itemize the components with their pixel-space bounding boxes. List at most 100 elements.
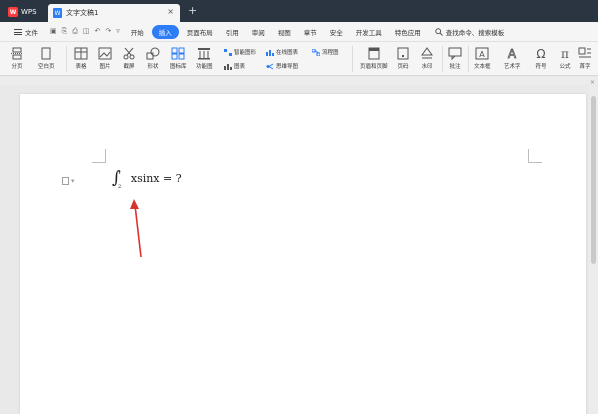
horizontal-ruler <box>0 77 598 85</box>
integral-sign: ∫ <box>112 168 121 188</box>
table-icon <box>74 47 88 60</box>
watermark-button[interactable]: 水印 <box>420 47 434 70</box>
watermark-label: 水印 <box>421 64 433 70</box>
function-chart-button[interactable]: 功能图 <box>196 47 213 70</box>
blank-page-icon <box>41 47 51 60</box>
picture-button[interactable]: 图片 <box>98 47 112 70</box>
close-icon[interactable]: × <box>167 7 174 16</box>
mindmap-button[interactable]: 思维导图 <box>266 62 298 70</box>
symbol-button[interactable]: Ω 符号 <box>534 47 548 70</box>
new-tab-button[interactable]: + <box>188 4 197 18</box>
menu-item-insert[interactable]: 插入 <box>151 24 179 39</box>
menu-bar: 文件 ▣ ⎘ ⎙ ◫ ↶ ↷ ▿ 开始 插入 页面布局 引用 审阅 视图 章节 … <box>0 22 598 42</box>
close-pane-icon[interactable]: × <box>590 79 595 86</box>
comment-button[interactable]: 批注 <box>448 47 462 70</box>
page-number-icon <box>397 47 409 60</box>
more-ribbon-button[interactable]: 首字 <box>578 47 592 70</box>
smart-graphic-icon <box>224 48 232 56</box>
menu-item-start[interactable]: 开始 <box>126 25 149 39</box>
redo-icon[interactable]: ↷ <box>105 27 111 36</box>
omega-icon: Ω <box>536 47 545 60</box>
table-label: 表格 <box>75 64 87 70</box>
document-icon: W <box>53 8 62 18</box>
wordart-button[interactable]: A 艺术字 <box>504 47 521 70</box>
function-chart-label: 功能图 <box>196 64 213 70</box>
comment-icon <box>448 47 462 60</box>
menu-item-security[interactable]: 安全 <box>325 25 348 39</box>
menu-item-developer[interactable]: 开发工具 <box>351 25 387 39</box>
paragraph-handle[interactable]: ▾ <box>62 177 75 185</box>
online-chart-button[interactable]: 在线图表 <box>266 48 298 56</box>
textbox-button[interactable]: A 文本框 <box>474 47 491 70</box>
wordart-icon: A <box>508 47 518 60</box>
svg-text:A: A <box>480 50 486 59</box>
paragraph-icon <box>62 177 69 185</box>
scrollbar-thumb[interactable] <box>591 96 596 264</box>
page-break-button[interactable]: 分页 <box>10 47 24 70</box>
pi-icon: π <box>561 47 569 60</box>
symbol-label: 符号 <box>535 64 547 70</box>
ribbon-divider <box>468 46 469 72</box>
table-button[interactable]: 表格 <box>74 47 88 70</box>
icon-library-button[interactable]: 图标库 <box>170 47 187 70</box>
chart-button[interactable]: 图表 <box>224 62 245 70</box>
annotation-arrow <box>130 199 142 258</box>
undo-icon[interactable]: ↶ <box>94 27 100 36</box>
command-search[interactable]: 查找命令、搜索模板 <box>429 27 504 37</box>
mindmap-label: 思维导图 <box>276 64 299 70</box>
header-footer-icon <box>368 47 380 60</box>
flowchart-icon <box>312 48 320 56</box>
margin-corner-top-right <box>528 149 542 163</box>
equation[interactable]: ∫ xsinx = ? <box>112 170 182 187</box>
save-icon[interactable]: ▣ <box>50 27 57 36</box>
watermark-icon <box>421 47 433 59</box>
header-footer-label: 页眉和页脚 <box>360 64 388 70</box>
screenshot-button[interactable]: 截屏 <box>122 47 136 70</box>
comment-label: 批注 <box>449 64 461 70</box>
menu-item-review[interactable]: 审阅 <box>247 25 270 39</box>
preview-icon[interactable]: ◫ <box>83 27 90 36</box>
print-icon[interactable]: ⎙ <box>72 27 78 36</box>
smart-graphic-button[interactable]: 智能图形 <box>224 48 256 56</box>
chart-label: 图表 <box>234 64 246 70</box>
header-footer-button[interactable]: 页眉和页脚 <box>360 47 388 70</box>
screenshot-label: 截屏 <box>123 64 135 70</box>
menu-item-page-layout[interactable]: 页面布局 <box>182 25 218 39</box>
customize-icon[interactable]: ▿ <box>116 27 120 36</box>
shapes-button[interactable]: 形状 <box>146 47 160 70</box>
export-icon[interactable]: ⎘ <box>62 27 68 36</box>
wordart-label: 艺术字 <box>504 64 521 70</box>
page-number-button[interactable]: 页码 <box>396 47 410 70</box>
document-tab[interactable]: W 文字文稿1 × <box>48 4 180 22</box>
formula-label: 公式 <box>559 64 571 70</box>
textbox-icon: A <box>475 47 489 60</box>
bar-chart-icon <box>224 63 232 70</box>
quick-access-toolbar: ▣ ⎘ ⎙ ◫ ↶ ↷ ▿ <box>44 27 126 36</box>
menu-item-view[interactable]: 视图 <box>273 25 296 39</box>
file-menu-label: 文件 <box>25 28 38 37</box>
flowchart-button[interactable]: 流程图 <box>312 48 339 56</box>
hamburger-icon <box>14 28 22 35</box>
svg-text:A: A <box>508 47 517 60</box>
smart-graphic-label: 智能图形 <box>234 50 257 56</box>
blank-page-button[interactable]: 空白页 <box>38 47 55 70</box>
menu-item-chapter[interactable]: 章节 <box>299 25 322 39</box>
file-menu[interactable]: 文件 <box>0 27 44 37</box>
wps-logo-icon: W <box>8 7 18 17</box>
ribbon-divider <box>66 46 67 72</box>
menu-item-references[interactable]: 引用 <box>221 25 244 39</box>
insert-ribbon: 分页 空白页 表格 图片 截屏 形状 图标库 功能图 智能图形 图表 在线图表 <box>0 42 598 76</box>
function-chart-icon <box>198 48 211 60</box>
formula-button[interactable]: π 公式 <box>558 47 572 70</box>
blank-page-label: 空白页 <box>38 64 55 70</box>
menu-item-special-apps[interactable]: 特色应用 <box>390 25 426 39</box>
page-break-icon <box>11 47 23 60</box>
shapes-icon <box>146 47 160 60</box>
document-page[interactable] <box>20 94 586 414</box>
picture-icon <box>98 47 112 60</box>
more-ribbon-label: 首字 <box>579 64 591 70</box>
mindmap-icon <box>266 63 274 69</box>
wps-home-tab[interactable]: W WPS <box>4 4 44 20</box>
online-chart-label: 在线图表 <box>276 50 299 56</box>
svg-text:π: π <box>561 47 569 60</box>
